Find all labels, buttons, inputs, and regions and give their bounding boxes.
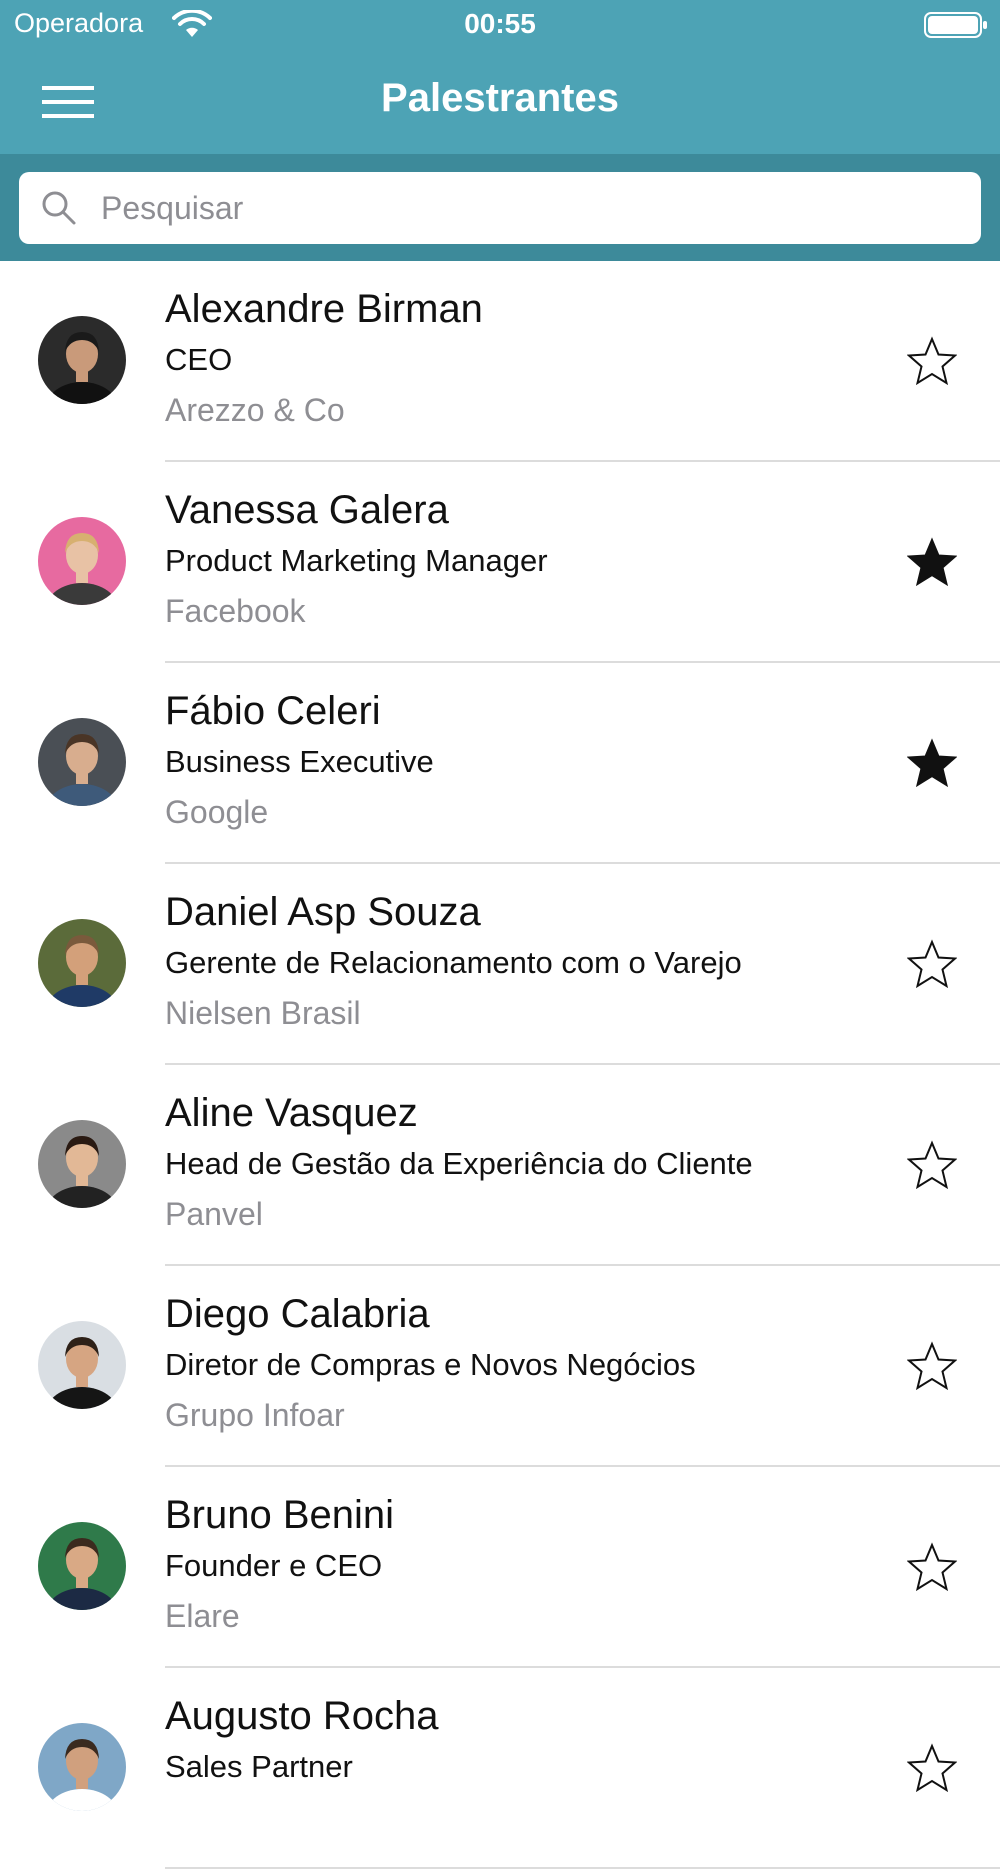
avatar-photo	[38, 1120, 126, 1208]
speaker-role: Head de Gestão da Experiência do Cliente	[165, 1146, 753, 1181]
favorite-button[interactable]	[900, 1736, 964, 1800]
avatar	[38, 1723, 126, 1811]
avatar-photo	[38, 1522, 126, 1610]
avatar-photo	[38, 316, 126, 404]
speaker-role: Diretor de Compras e Novos Negócios	[165, 1347, 696, 1382]
speaker-name: Daniel Asp Souza	[165, 890, 481, 934]
speaker-role: CEO	[165, 342, 233, 377]
avatar-photo	[38, 517, 126, 605]
list-item[interactable]: Vanessa Galera Product Marketing Manager F…	[0, 462, 1000, 663]
avatar-photo	[38, 1723, 126, 1811]
star-outline-icon	[907, 336, 957, 386]
list-item[interactable]: Alexandre Birman CEO Arezzo & Co	[0, 261, 1000, 462]
list-item[interactable]: Aline Vasquez Head de Gestão da Experiênc…	[0, 1065, 1000, 1266]
speaker-name: Aline Vasquez	[165, 1091, 418, 1135]
search-input[interactable]	[99, 172, 961, 244]
favorite-button[interactable]	[900, 530, 964, 594]
favorite-button[interactable]	[900, 1535, 964, 1599]
speaker-company: Nielsen Brasil	[165, 995, 361, 1031]
speaker-name: Diego Calabria	[165, 1292, 430, 1336]
avatar	[38, 1522, 126, 1610]
star-outline-icon	[907, 1341, 957, 1391]
speaker-company: Google	[165, 794, 269, 830]
favorite-button[interactable]	[900, 329, 964, 393]
star-outline-icon	[907, 1743, 957, 1793]
speaker-role: Sales Partner	[165, 1749, 353, 1784]
speaker-name: Vanessa Galera	[165, 488, 449, 532]
avatar	[38, 1120, 126, 1208]
list-item[interactable]: Diego Calabria Diretor de Compras e Novos…	[0, 1266, 1000, 1467]
speaker-name: Augusto Rocha	[165, 1694, 439, 1738]
avatar-photo	[38, 718, 126, 806]
avatar-photo	[38, 1321, 126, 1409]
star-filled-icon	[907, 537, 957, 587]
favorite-button[interactable]	[900, 1334, 964, 1398]
speaker-name: Bruno Benini	[165, 1493, 395, 1537]
list-item[interactable]: Bruno Benini Founder e CEO Elare	[0, 1467, 1000, 1668]
avatar	[38, 316, 126, 404]
avatar-photo	[38, 919, 126, 1007]
star-filled-icon	[907, 738, 957, 788]
speaker-company: Facebook	[165, 593, 306, 629]
star-outline-icon	[907, 1140, 957, 1190]
page-title: Palestrantes	[381, 76, 619, 120]
speaker-name: Fábio Celeri	[165, 689, 381, 733]
status-bar: Operadora 00:55	[0, 0, 1000, 52]
avatar	[38, 1321, 126, 1409]
avatar	[38, 919, 126, 1007]
avatar	[38, 718, 126, 806]
speaker-role: Founder e CEO	[165, 1548, 383, 1583]
speaker-company: Arezzo & Co	[165, 392, 345, 428]
clock: 00:55	[464, 8, 536, 39]
speaker-role: Gerente de Relacionamento com o Varejo	[165, 945, 742, 980]
favorite-button[interactable]	[900, 932, 964, 996]
favorite-button[interactable]	[900, 731, 964, 795]
speaker-company: Panvel	[165, 1196, 263, 1232]
search-icon	[42, 191, 76, 225]
speaker-company: Grupo Infoar	[165, 1397, 345, 1433]
list-item[interactable]: Augusto Rocha Sales Partner	[0, 1668, 1000, 1869]
search-bar	[0, 154, 1000, 261]
star-outline-icon	[907, 1542, 957, 1592]
avatar	[38, 517, 126, 605]
star-outline-icon	[907, 939, 957, 989]
speaker-list: Alexandre Birman CEO Arezzo & Co Vanessa Ga…	[0, 261, 1000, 1869]
speaker-role: Business Executive	[165, 744, 434, 779]
list-item[interactable]: Fábio Celeri Business Executive Google	[0, 663, 1000, 864]
speaker-role: Product Marketing Manager	[165, 543, 548, 578]
speaker-company: Elare	[165, 1598, 240, 1634]
speaker-name: Alexandre Birman	[165, 287, 483, 331]
favorite-button[interactable]	[900, 1133, 964, 1197]
search-box[interactable]	[19, 172, 981, 244]
battery-icon	[924, 12, 987, 38]
navigation-bar: Palestrantes	[0, 52, 1000, 154]
list-item[interactable]: Daniel Asp Souza Gerente de Relacionament…	[0, 864, 1000, 1065]
